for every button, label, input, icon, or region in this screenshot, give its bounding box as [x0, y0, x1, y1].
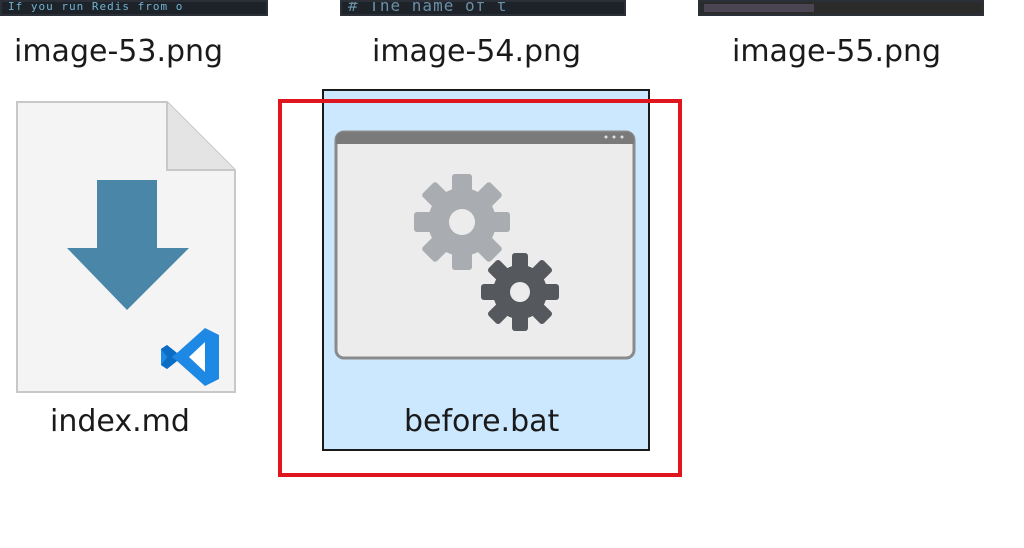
file-label-index-md[interactable]: index.md [50, 404, 190, 439]
image-53-thumbnail-text: If you run Redis from o [8, 0, 184, 13]
image-55-thumbnail[interactable] [698, 0, 984, 16]
file-label-image-55[interactable]: image-55.png [732, 34, 941, 69]
file-label-image-53[interactable]: image-53.png [14, 34, 223, 69]
image-54-thumbnail-text: # The name of t [348, 0, 508, 15]
image-54-thumbnail[interactable]: # The name of t [340, 0, 626, 16]
file-label-image-54[interactable]: image-54.png [372, 34, 581, 69]
highlight-annotation-box [278, 99, 682, 477]
image-53-thumbnail[interactable]: If you run Redis from o [0, 0, 268, 16]
image-55-thumbnail-bar [704, 4, 814, 12]
markdown-file-icon[interactable] [15, 100, 237, 394]
